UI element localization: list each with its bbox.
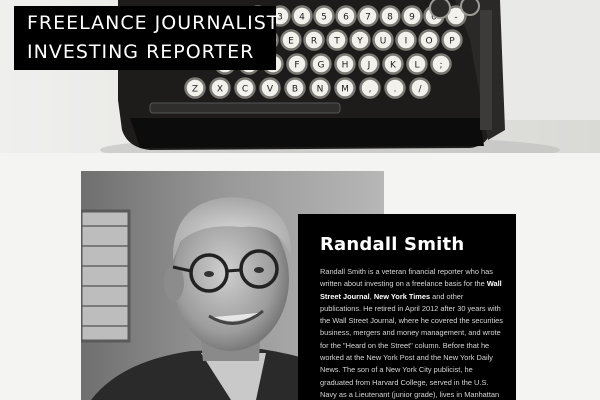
typewriter-key-label: T [333, 37, 340, 47]
typewriter-key-label: E [288, 37, 294, 47]
typewriter-key-label: ; [439, 61, 442, 71]
typewriter-key-label: I [405, 37, 408, 47]
typewriter-key-label: M [341, 85, 349, 95]
typewriter-key-label: 9 [409, 13, 415, 23]
typewriter-key-label: Y [356, 37, 363, 47]
hero-banner: 234567890-QWERTYUIOPASDFGHJKL;ZXCVBNM,./… [0, 0, 600, 153]
typewriter-key-label: 8 [387, 13, 393, 23]
typewriter-key-label: N [317, 85, 324, 95]
typewriter-key-label: 7 [365, 13, 371, 23]
typewriter-key-label: U [380, 37, 387, 47]
typewriter-key-label: L [414, 61, 419, 71]
bio-text-part-1: Randall Smith is a veteran financial rep… [320, 267, 493, 289]
typewriter-key-label: J [367, 61, 371, 71]
typewriter-key-label: 4 [299, 13, 305, 23]
bio-name: Randall Smith [320, 234, 465, 255]
bio-text: Randall Smith is a veteran financial rep… [320, 266, 504, 400]
typewriter-key-label: , [369, 85, 372, 95]
typewriter-key-label: B [292, 85, 298, 95]
typewriter-key-label: R [311, 37, 317, 47]
bio-card: Randall Smith Randall Smith is a veteran… [298, 214, 516, 400]
typewriter-key-label: G [318, 61, 325, 71]
hero-title-line-2: INVESTING REPORTER [27, 41, 255, 63]
hero-title-line-1: FREELANCE JOURNALIST [27, 12, 280, 34]
typewriter-key-label: 6 [343, 13, 349, 23]
typewriter-key-label: Z [192, 85, 198, 95]
typewriter-key-label: V [267, 85, 274, 95]
hero-title-block: FREELANCE JOURNALIST INVESTING REPORTER [14, 6, 280, 70]
typewriter-key-label: 5 [321, 13, 327, 23]
typewriter-key-label: H [342, 61, 349, 71]
bio-text-part-2: and other publications. He retired in Ap… [320, 291, 503, 399]
page: 234567890-QWERTYUIOPASDFGHJKL;ZXCVBNM,./… [0, 0, 600, 400]
typewriter-key-label: P [449, 37, 455, 47]
typewriter-key-label: . [394, 85, 397, 95]
typewriter-key-label: O [425, 37, 432, 47]
bio-link-nyt: New York Times [373, 291, 431, 301]
typewriter-key-label: C [242, 85, 248, 95]
typewriter-key-label: - [454, 13, 457, 23]
typewriter-key-label: X [217, 85, 223, 95]
typewriter-key-label: F [294, 61, 299, 71]
